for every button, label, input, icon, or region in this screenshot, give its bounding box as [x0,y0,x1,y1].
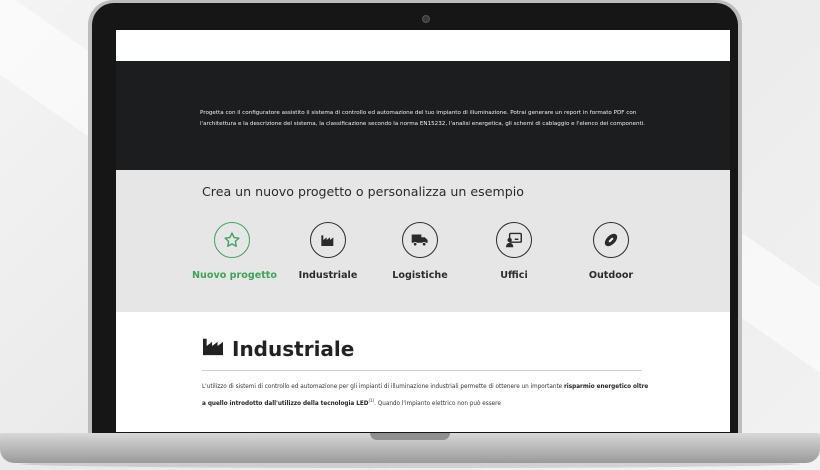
section-divider [202,370,642,371]
para-text: L'utilizzo di sistemi di controllo ed au… [202,384,564,390]
section-title-text: Industriale [232,336,355,361]
star-icon[interactable] [214,222,250,258]
para-text-end: . Quando l'impianto elettrico non può es… [374,400,501,407]
option-industriale[interactable]: Industriale [288,222,368,288]
option-label: Industriale [298,270,358,281]
section-paragraph: L'utilizzo di sistemi di controllo ed au… [202,381,650,411]
factory-icon[interactable] [310,222,346,258]
option-label: Nuovo progetto [192,270,277,281]
option-label: Uffici [500,270,528,281]
laptop-screen: Progetta con il configuratore assistito … [116,30,730,432]
factory-icon [202,336,224,361]
option-nuovo-progetto[interactable]: Nuovo progetto [192,222,277,288]
option-label: Outdoor [588,270,634,281]
option-label: Logistiche [392,270,448,281]
intro-text: Progetta con il configuratore assistito … [200,110,646,127]
football-icon[interactable] [593,222,629,258]
chooser-heading: Crea un nuovo progetto o personalizza un… [202,184,524,199]
laptop-notch [370,433,450,440]
presentation-icon[interactable] [496,222,532,258]
camera-icon [422,15,430,23]
truck-icon[interactable] [402,222,438,258]
section-title: Industriale [202,336,354,361]
option-logistiche[interactable]: Logistiche [380,222,460,288]
option-uffici[interactable]: Uffici [474,222,554,288]
option-outdoor[interactable]: Outdoor [571,222,651,288]
